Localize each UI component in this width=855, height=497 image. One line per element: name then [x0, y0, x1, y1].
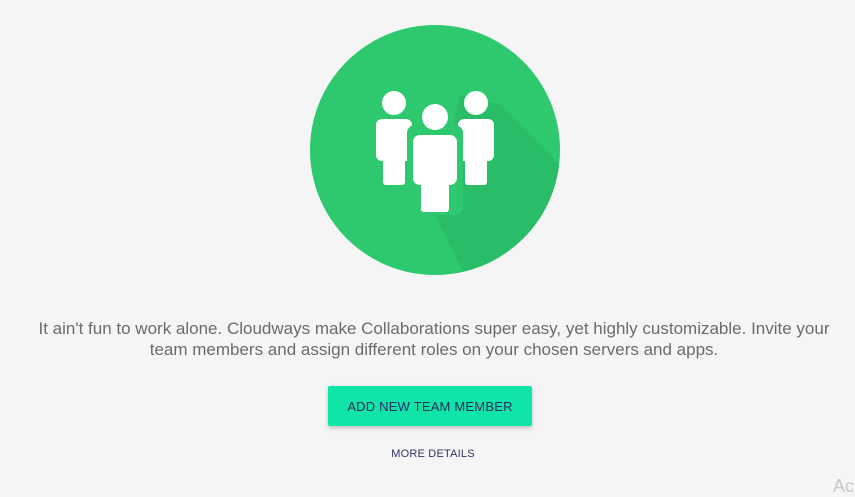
collaboration-description: It ain't fun to work alone. Cloudways ma…	[0, 318, 855, 360]
add-new-team-member-button[interactable]: ADD NEW TEAM MEMBER	[328, 386, 532, 426]
description-line-1: It ain't fun to work alone. Cloudways ma…	[38, 319, 830, 338]
more-details-link[interactable]: MORE DETAILS	[330, 448, 536, 460]
activation-watermark: Ac	[833, 476, 855, 496]
team-group-icon	[310, 25, 560, 275]
description-line-2: team members and assign different roles …	[149, 340, 719, 359]
team-illustration	[310, 25, 560, 275]
